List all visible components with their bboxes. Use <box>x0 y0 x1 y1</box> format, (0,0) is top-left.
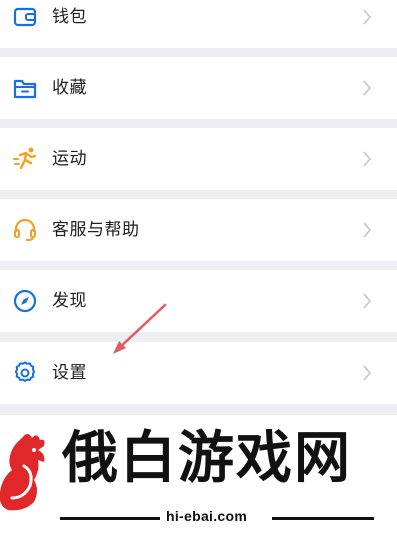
menu-item-sports[interactable]: 运动 <box>0 128 397 190</box>
watermark-url: hi-ebai.com <box>166 508 248 524</box>
watermark-brand: 俄白游戏网 <box>62 426 352 491</box>
wallet-icon <box>12 4 38 30</box>
menu-item-customer-service[interactable]: 客服与帮助 <box>0 199 397 261</box>
rooster-logo-icon <box>0 434 45 511</box>
menu-item-discover[interactable]: 发现 <box>0 270 397 332</box>
annotation-arrow-icon <box>113 303 167 354</box>
compass-icon <box>12 288 38 314</box>
gear-icon <box>12 360 38 386</box>
running-person-icon <box>12 146 38 172</box>
chevron-right-icon <box>360 78 374 98</box>
headset-icon <box>12 217 38 243</box>
menu-item-settings[interactable]: 设置 <box>0 342 397 404</box>
chevron-right-icon <box>360 291 374 311</box>
divider-line <box>272 517 374 520</box>
menu-item-label: 设置 <box>52 363 87 383</box>
menu-item-label: 收藏 <box>52 78 87 98</box>
favorites-box-icon <box>12 75 38 101</box>
divider-line <box>60 517 160 520</box>
chevron-right-icon <box>360 363 374 383</box>
chevron-right-icon <box>360 149 374 169</box>
menu-item-label: 客服与帮助 <box>52 220 140 240</box>
menu-item-label: 运动 <box>52 149 87 169</box>
menu-item-label: 发现 <box>52 291 87 311</box>
menu-item-wallet[interactable]: 钱包 <box>0 0 397 48</box>
chevron-right-icon <box>360 7 374 27</box>
menu-item-label: 钱包 <box>52 7 87 27</box>
chevron-right-icon <box>360 220 374 240</box>
menu-item-favorites[interactable]: 收藏 <box>0 57 397 119</box>
